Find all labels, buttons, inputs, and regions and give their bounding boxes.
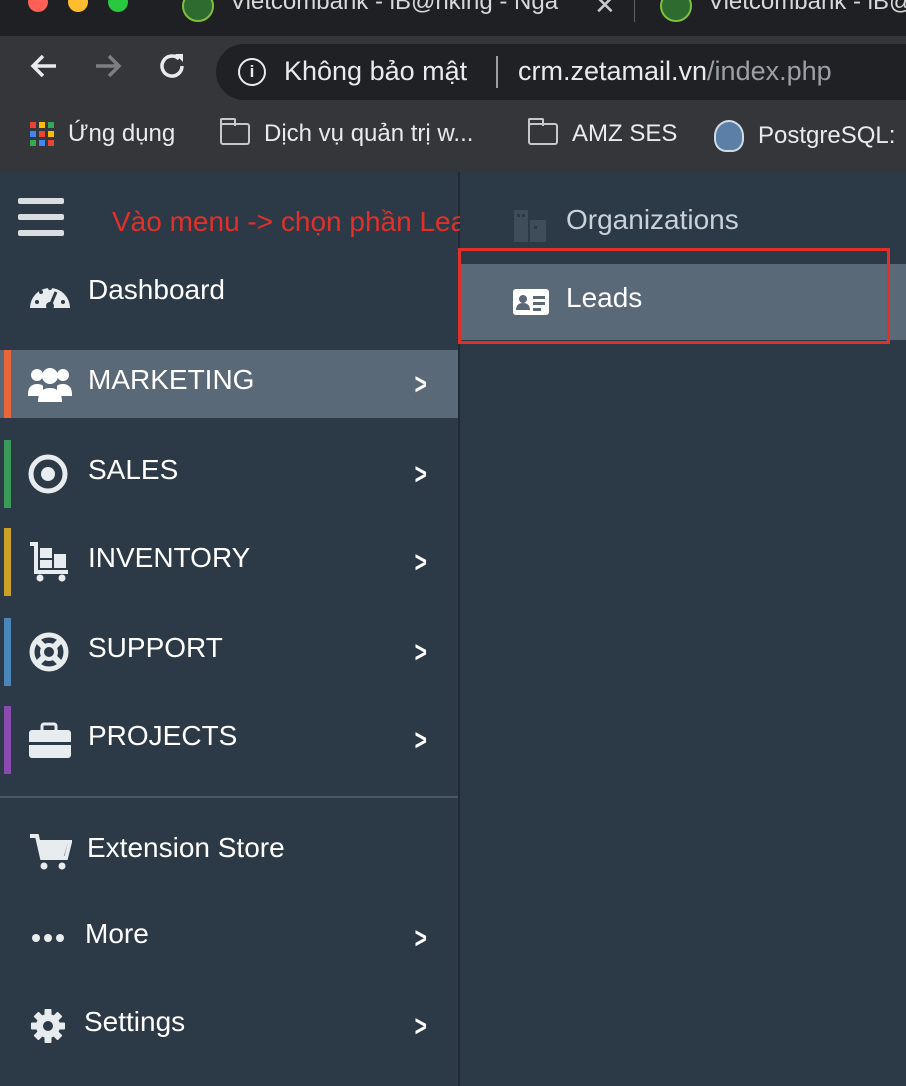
tab-title: Vietcombank - iB@nking - Ngâ [230,0,559,15]
dashboard-gauge-icon [30,286,70,310]
chevron-right-icon: > [414,458,427,491]
accent-bar [4,618,11,686]
sidebar-divider [0,796,458,798]
gear-icon [31,1009,65,1043]
sidebar-item-extension-store[interactable]: Extension Store [0,818,458,886]
bookmark-label: Ứng dụng [68,120,176,147]
reload-icon[interactable] [152,50,192,90]
sidebar-item-label: INVENTORY [88,542,251,573]
browser-chrome: Vietcombank - iB@nking - Ngâ ✕ Vietcomba… [0,0,906,172]
sidebar-item-label: MARKETING [88,364,255,395]
url-host: crm.zetamail.vn [518,56,708,86]
accent-bar [4,528,11,596]
building-icon [514,210,546,242]
folder-icon [527,118,558,145]
tab-title: Vietcombank - iB@ [708,0,906,15]
annotation-highlight-box [458,248,890,344]
close-tab-icon[interactable]: ✕ [594,0,616,21]
shopping-cart-icon [30,834,72,870]
lifebuoy-icon [29,632,69,672]
info-icon[interactable]: i [238,58,266,86]
security-label[interactable]: Không bảo mật [284,56,467,87]
bookmark-folder-amz-ses[interactable]: AMZ SES [527,118,678,148]
hamburger-menu-icon[interactable] [18,198,64,236]
briefcase-icon [29,722,71,758]
sidebar-item-more[interactable]: More > [0,904,458,972]
close-window-button[interactable] [28,0,48,12]
chevron-right-icon: > [414,1010,427,1043]
chevron-right-icon: > [414,368,427,401]
submenu-item-organizations[interactable]: Organizations [460,182,906,258]
bookmark-label: PostgreSQL: [758,122,896,149]
bookmark-label: Dịch vụ quản trị w... [264,120,474,147]
accent-bar [4,440,11,508]
minimize-window-button[interactable] [68,0,88,12]
sidebar-item-inventory[interactable]: INVENTORY > [0,528,458,596]
sidebar-item-label: Dashboard [88,274,225,305]
target-icon [28,454,68,494]
sidebar-item-label: PROJECTS [88,720,238,751]
cart-boxes-icon [30,542,68,582]
sidebar-item-support[interactable]: SUPPORT > [0,618,458,686]
chevron-right-icon: > [414,636,427,669]
accent-bar [4,706,11,774]
vietcombank-favicon-icon [660,0,692,22]
accent-bar [4,350,11,418]
chevron-right-icon: > [414,724,427,757]
bookmark-label: AMZ SES [572,120,678,147]
chevron-right-icon: > [414,546,427,579]
users-group-icon [28,368,72,402]
forward-arrow-icon[interactable] [88,50,128,90]
toolbar-border [0,164,906,172]
address-separator [496,56,498,88]
sidebar-item-label: Extension Store [87,832,285,863]
chevron-right-icon: > [414,922,427,955]
app-sidebar: Vào menu -> chọn phần Leads Dashboard MA… [0,172,496,1086]
back-arrow-icon[interactable] [24,50,64,90]
sidebar-item-label: More [85,918,149,949]
navigation-bar: i Không bảo mật crm.zetamail.vn/index.ph… [0,36,906,108]
annotation-text: Vào menu -> chọn phần Leads [112,206,496,237]
tab-separator [634,0,635,22]
url-text[interactable]: crm.zetamail.vn/index.php [518,56,832,87]
sidebar-item-dashboard[interactable]: Dashboard [0,260,458,328]
folder-icon [219,118,250,145]
sidebar-item-projects[interactable]: PROJECTS > [0,706,458,774]
address-bar[interactable]: i Không bảo mật crm.zetamail.vn/index.ph… [216,44,906,100]
submenu-item-label: Organizations [566,204,739,235]
sidebar-item-label: Settings [84,1006,186,1037]
bookmark-folder-dich-vu[interactable]: Dịch vụ quản trị w... [219,118,474,148]
url-path: /index.php [707,56,832,86]
bookmarks-bar: Ứng dụng Dịch vụ quản trị w... AMZ SES P… [0,108,906,164]
vietcombank-favicon-icon [182,0,214,22]
sidebar-item-label: SALES [88,454,179,485]
bookmark-postgresql[interactable]: PostgreSQL: [714,120,895,152]
sidebar-item-label: SUPPORT [88,632,223,663]
bookmark-apps[interactable]: Ứng dụng [30,120,175,148]
sidebar-item-sales[interactable]: SALES > [0,440,458,508]
postgresql-icon [714,120,744,152]
ellipsis-icon [32,934,64,942]
sidebar-item-marketing[interactable]: MARKETING > [0,350,458,418]
apps-grid-icon [30,122,54,146]
maximize-window-button[interactable] [108,0,128,12]
tab-strip: Vietcombank - iB@nking - Ngâ ✕ Vietcomba… [0,0,906,36]
sidebar-item-settings[interactable]: Settings > [0,992,458,1060]
